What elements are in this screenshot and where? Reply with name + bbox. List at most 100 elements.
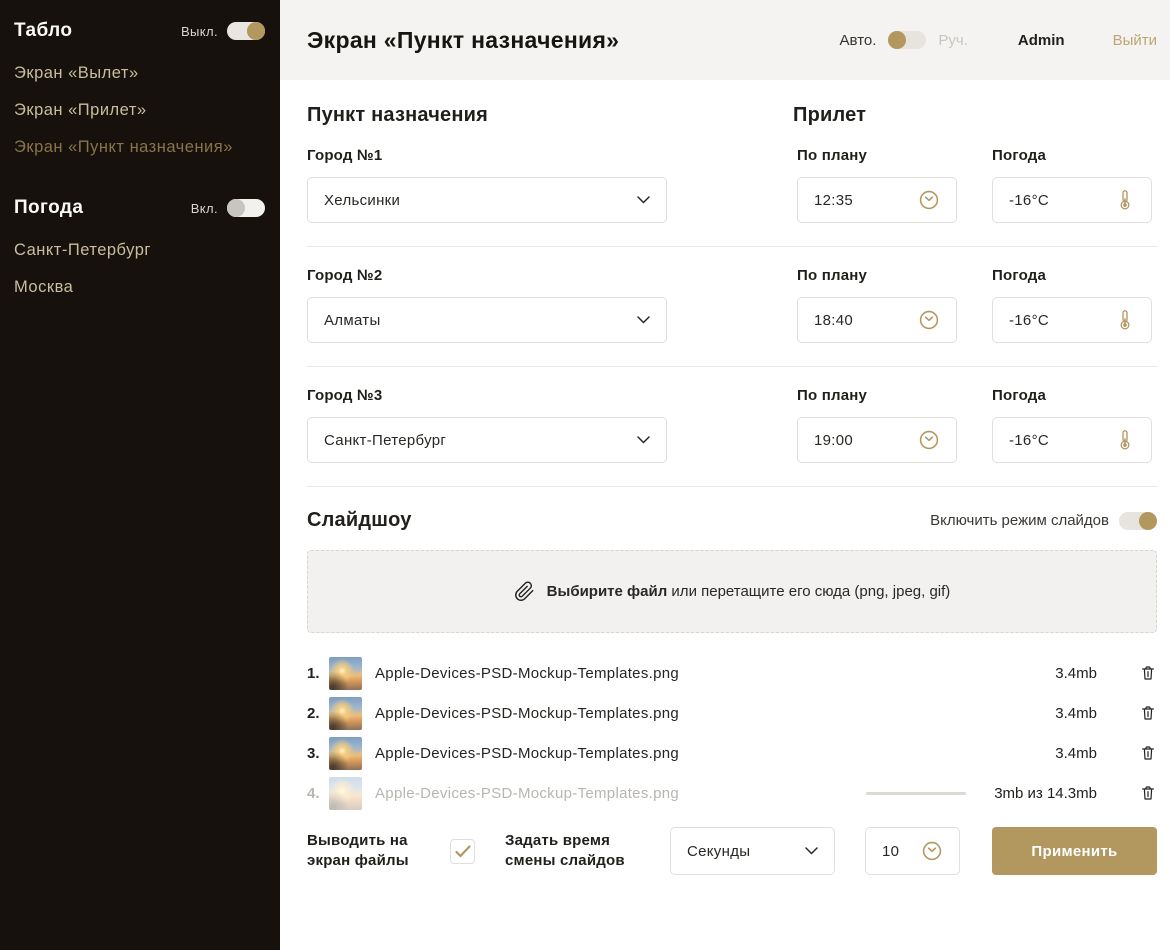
city3-select[interactable]: Санкт-Петербург	[307, 417, 667, 463]
file-thumbnail	[329, 737, 362, 770]
dropzone-hint: или перетащите его сюда (png, jpeg, gif)	[667, 583, 950, 600]
trash-icon[interactable]	[1139, 743, 1157, 763]
city-row-2: Город №2 Алматы По плану Пого	[307, 267, 1157, 343]
logout-link[interactable]: Выйти	[1113, 32, 1157, 49]
clock-icon	[918, 309, 940, 331]
file-index: 2.	[307, 705, 329, 722]
mode-auto-label[interactable]: Авто.	[840, 32, 877, 49]
slide-interval-label: Задать время смены слайдов	[505, 831, 657, 871]
file-thumbnail	[329, 777, 362, 810]
trash-icon[interactable]	[1139, 783, 1157, 803]
clock-icon	[918, 429, 940, 451]
sidebar-section-tablo: Табло Выкл. Экран «Вылет» Экран «Прилет»…	[14, 20, 265, 161]
content: Пункт назначения Прилет Город №1 Хельсин…	[280, 80, 1170, 875]
sidebar-item-departure-screen[interactable]: Экран «Вылет»	[14, 50, 265, 87]
temp1-input[interactable]	[1009, 192, 1099, 209]
slideshow-toggle-label: Включить режим слайдов	[930, 512, 1109, 529]
city-row-3: Город №3 Санкт-Петербург По плану	[307, 387, 1157, 463]
arrival-heading: Прилет	[793, 104, 866, 127]
apply-button[interactable]: Применить	[992, 827, 1157, 875]
time1-input[interactable]	[814, 192, 904, 209]
temp3-input[interactable]	[1009, 432, 1099, 449]
dropzone-choose-file: Выбирите файл	[547, 583, 668, 600]
sidebar-item-arrival-screen[interactable]: Экран «Прилет»	[14, 87, 265, 124]
file-row-uploading: 4. Apple-Devices-PSD-Mockup-Templates.pn…	[307, 773, 1157, 813]
plan3-label: По плану	[797, 387, 957, 404]
plan2-label: По плану	[797, 267, 957, 284]
trash-icon[interactable]	[1139, 703, 1157, 723]
file-size: 3.4mb	[1055, 745, 1097, 762]
trash-icon[interactable]	[1139, 663, 1157, 683]
clock-icon	[921, 840, 943, 862]
file-row: 1. Apple-Devices-PSD-Mockup-Templates.pn…	[307, 653, 1157, 693]
time3-input[interactable]	[814, 432, 904, 449]
file-list: 1. Apple-Devices-PSD-Mockup-Templates.pn…	[307, 653, 1157, 813]
slideshow-toggle[interactable]	[1119, 512, 1157, 530]
time2-input[interactable]	[814, 312, 904, 329]
paperclip-icon	[514, 581, 535, 602]
file-row: 3. Apple-Devices-PSD-Mockup-Templates.pn…	[307, 733, 1157, 773]
mode-toggle[interactable]	[888, 31, 926, 49]
chevron-down-icon	[637, 196, 650, 204]
time3-field-wrap	[797, 417, 957, 463]
thermometer-icon	[1115, 429, 1135, 451]
weather2-label: Погода	[992, 267, 1152, 284]
chevron-down-icon	[637, 316, 650, 324]
city1-select[interactable]: Хельсинки	[307, 177, 667, 223]
temp1-field-wrap	[992, 177, 1152, 223]
city1-label: Город №1	[307, 147, 667, 164]
city-row-1: Город №1 Хельсинки По плану П	[307, 147, 1157, 223]
footer-controls: Выводить на экран файлы Задать время сме…	[307, 827, 1157, 875]
sidebar-item-saint-petersburg[interactable]: Санкт-Петербург	[14, 227, 265, 264]
weather1-label: Погода	[992, 147, 1152, 164]
mode-manual-label[interactable]: Руч.	[938, 32, 968, 49]
file-size: 3.4mb	[1055, 705, 1097, 722]
divider	[307, 246, 1157, 247]
temp2-field-wrap	[992, 297, 1152, 343]
interval-unit-value: Секунды	[687, 843, 750, 860]
file-index: 1.	[307, 665, 329, 682]
interval-value-input[interactable]	[882, 843, 918, 860]
sidebar-section-title-tablo: Табло	[14, 20, 72, 42]
plan1-label: По плану	[797, 147, 957, 164]
sidebar-item-moscow[interactable]: Москва	[14, 264, 265, 301]
clock-icon	[918, 189, 940, 211]
file-name: Apple-Devices-PSD-Mockup-Templates.png	[375, 705, 1055, 722]
weather3-label: Погода	[992, 387, 1152, 404]
time1-field-wrap	[797, 177, 957, 223]
chevron-down-icon	[805, 847, 818, 855]
file-name: Apple-Devices-PSD-Mockup-Templates.png	[375, 745, 1055, 762]
thermometer-icon	[1115, 309, 1135, 331]
file-thumbnail	[329, 697, 362, 730]
tablo-toggle[interactable]	[227, 22, 265, 40]
output-files-label: Выводить на экран файлы	[307, 831, 445, 871]
user-name: Admin	[1018, 32, 1065, 49]
file-name: Apple-Devices-PSD-Mockup-Templates.png	[375, 665, 1055, 682]
sidebar: Табло Выкл. Экран «Вылет» Экран «Прилет»…	[0, 0, 280, 950]
sidebar-section-weather: Погода Вкл. Санкт-Петербург Москва	[14, 197, 265, 301]
slideshow-heading: Слайдшоу	[307, 509, 412, 532]
interval-value-wrap	[865, 827, 960, 875]
temp3-field-wrap	[992, 417, 1152, 463]
interval-unit-select[interactable]: Секунды	[670, 827, 835, 875]
divider	[307, 486, 1157, 487]
weather-toggle-label: Вкл.	[191, 201, 218, 216]
sidebar-item-destination-screen[interactable]: Экран «Пункт назначения»	[14, 124, 265, 161]
sidebar-section-title-weather: Погода	[14, 197, 83, 219]
file-index: 3.	[307, 745, 329, 762]
output-files-checkbox[interactable]	[450, 839, 475, 864]
city2-select[interactable]: Алматы	[307, 297, 667, 343]
city2-label: Город №2	[307, 267, 667, 284]
file-size: 3.4mb	[1055, 665, 1097, 682]
destination-heading: Пункт назначения	[307, 104, 793, 127]
tablo-toggle-label: Выкл.	[181, 24, 218, 39]
file-index: 4.	[307, 785, 329, 802]
page-title: Экран «Пункт назначения»	[307, 27, 840, 54]
temp2-input[interactable]	[1009, 312, 1099, 329]
weather-toggle[interactable]	[227, 199, 265, 217]
file-row: 2. Apple-Devices-PSD-Mockup-Templates.pn…	[307, 693, 1157, 733]
city2-select-value: Алматы	[324, 312, 381, 329]
divider	[307, 366, 1157, 367]
mode-switcher: Авто. Руч.	[840, 31, 968, 49]
file-dropzone[interactable]: Выбирите файл или перетащите его сюда (p…	[307, 550, 1157, 633]
